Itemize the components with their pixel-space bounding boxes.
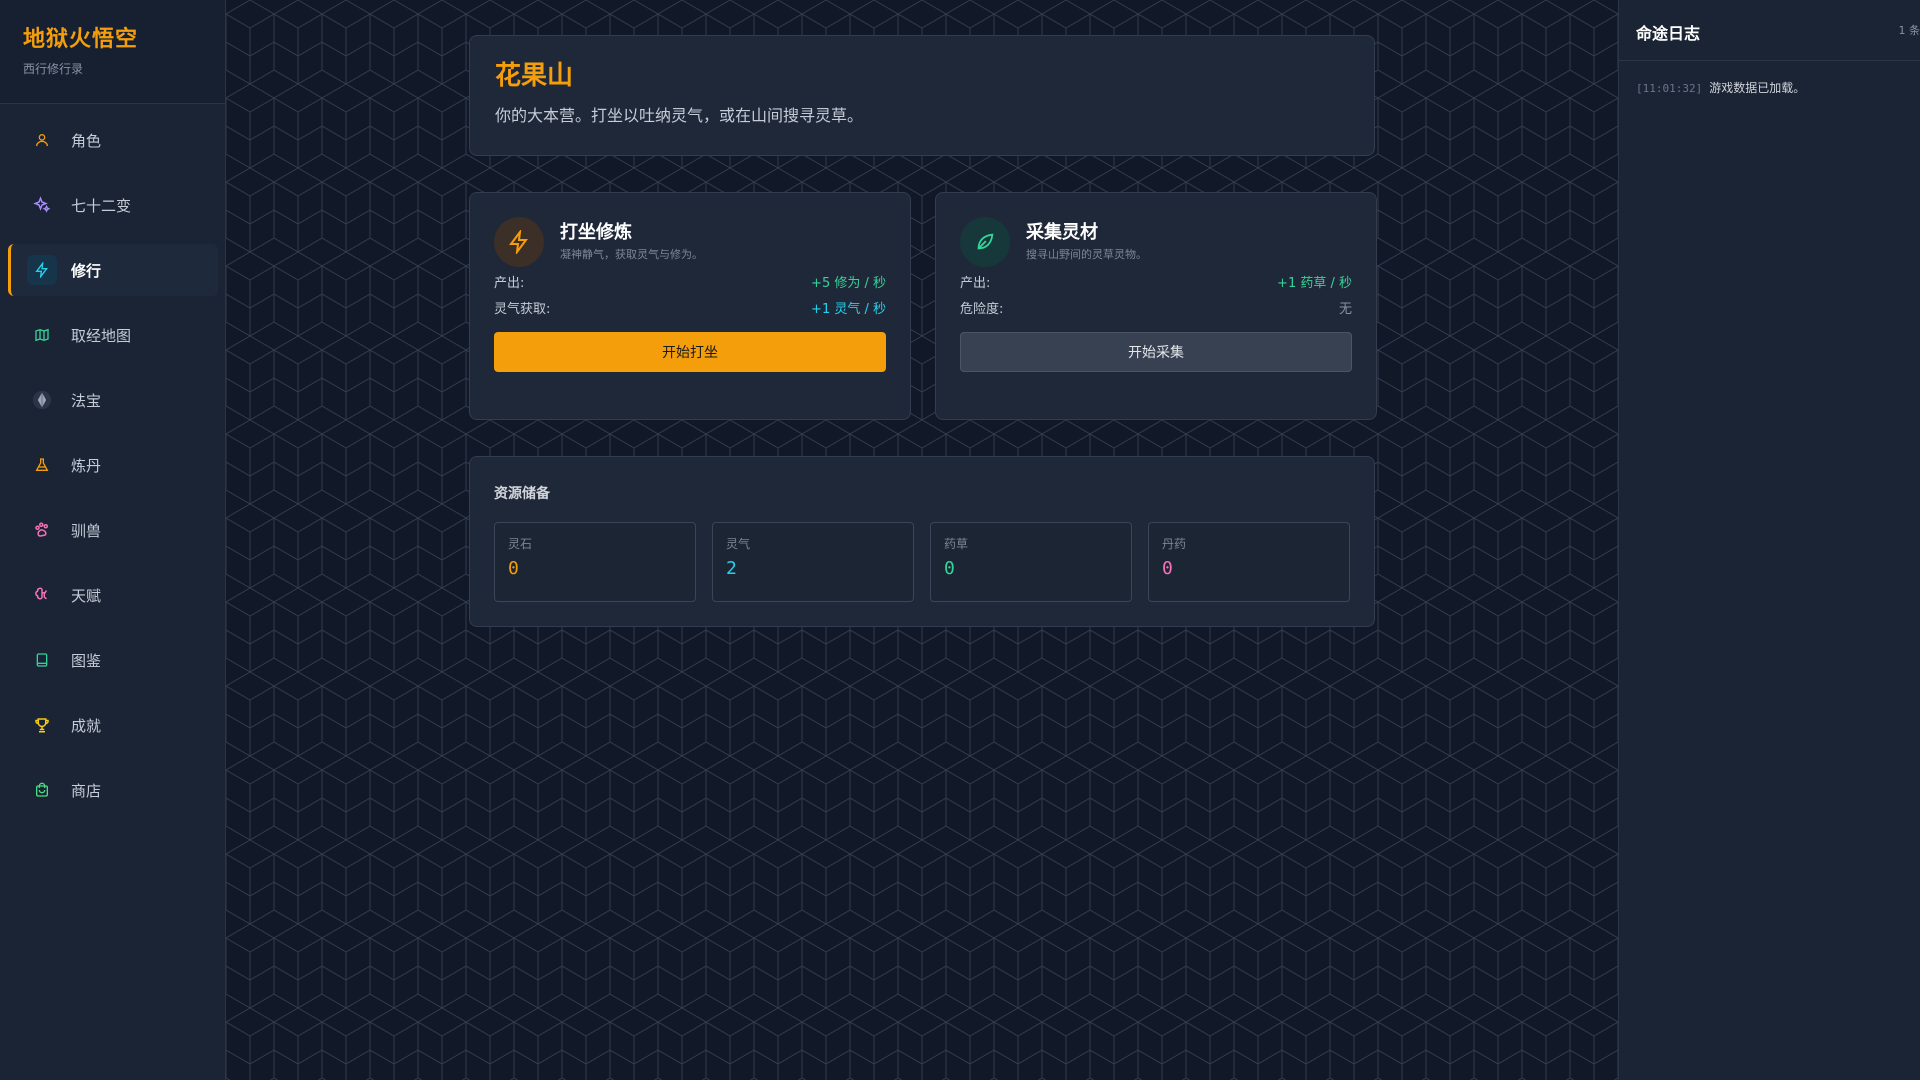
log-entry: [11:01:32] 游戏数据已加载。 xyxy=(1636,79,1903,96)
resource-value: 2 xyxy=(726,558,737,579)
stat-label: 产出: xyxy=(494,276,525,291)
sidebar-item-talent[interactable]: 天赋 xyxy=(8,569,218,621)
user-icon xyxy=(30,128,54,152)
resource-value: 0 xyxy=(508,558,519,579)
resource-spirit-stone: 灵石 0 xyxy=(494,522,696,602)
main-area: 花果山 你的大本营。打坐以吐纳灵气，或在山间搜寻灵草。 打坐修炼 凝神静气，获取… xyxy=(226,0,1618,1080)
gather-description: 搜寻山野间的灵草灵物。 xyxy=(1026,248,1147,261)
stat-value: +1 药草 / 秒 xyxy=(1277,276,1352,291)
gather-output-row: 产出: +1 药草 / 秒 xyxy=(960,275,1352,293)
shopping-bag-icon xyxy=(30,778,54,802)
location-card: 花果山 你的大本营。打坐以吐纳灵气，或在山间搜寻灵草。 xyxy=(469,35,1375,156)
flask-icon xyxy=(30,453,54,477)
sidebar-item-label: 炼丹 xyxy=(71,456,102,475)
gem-icon xyxy=(30,388,54,412)
stat-label: 危险度: xyxy=(960,302,1004,317)
book-icon xyxy=(30,648,54,672)
meditate-card: 打坐修炼 凝神静气，获取灵气与修为。 产出: +5 修为 / 秒 灵气获取: +… xyxy=(469,192,911,420)
resource-value: 0 xyxy=(944,558,955,579)
resource-label: 丹药 xyxy=(1162,537,1187,551)
location-description: 你的大本营。打坐以吐纳灵气，或在山间搜寻灵草。 xyxy=(495,106,864,125)
sidebar-item-cultivation[interactable]: 修行 xyxy=(8,244,218,296)
sidebar-item-shop[interactable]: 商店 xyxy=(8,764,218,816)
resources-card: 资源储备 灵石 0 灵气 2 药草 0 丹药 0 xyxy=(469,456,1375,627)
stat-value: +1 灵气 / 秒 xyxy=(811,302,886,317)
sidebar-item-alchemy[interactable]: 炼丹 xyxy=(8,439,218,491)
lightning-icon xyxy=(494,217,544,267)
sidebar-item-label: 商店 xyxy=(71,781,102,800)
sidebar-item-label: 七十二变 xyxy=(71,196,132,215)
trophy-icon xyxy=(30,713,54,737)
resource-label: 灵气 xyxy=(726,537,751,551)
sidebar-item-label: 驯兽 xyxy=(71,521,102,540)
sidebar-nav: 角色 七十二变 修行 取经地图 法宝 炼丹 驯兽 天赋 图鉴 成就 商店 xyxy=(0,104,225,816)
stat-label: 产出: xyxy=(960,276,991,291)
log-count: 1 条 xyxy=(1898,24,1920,37)
gather-danger-row: 危险度: 无 xyxy=(960,301,1352,319)
log-panel: 命途日志 1 条 [11:01:32] 游戏数据已加载。 xyxy=(1618,0,1920,1080)
stat-label: 灵气获取: xyxy=(494,302,551,317)
meditate-description: 凝神静气，获取灵气与修为。 xyxy=(560,248,703,261)
resource-label: 灵石 xyxy=(508,537,533,551)
sidebar-item-label: 修行 xyxy=(71,261,102,280)
sidebar-item-map[interactable]: 取经地图 xyxy=(8,309,218,361)
log-header: 命途日志 1 条 xyxy=(1619,0,1920,61)
log-title: 命途日志 xyxy=(1636,24,1701,43)
brain-icon xyxy=(30,583,54,607)
brand: 地狱火悟空 西行修行录 xyxy=(0,0,225,104)
resources-title: 资源储备 xyxy=(494,486,550,502)
gather-title: 采集灵材 xyxy=(1026,222,1098,243)
sidebar-item-character[interactable]: 角色 xyxy=(8,114,218,166)
sidebar-item-label: 天赋 xyxy=(71,586,102,605)
leaf-icon xyxy=(960,217,1010,267)
sidebar-item-achievements[interactable]: 成就 xyxy=(8,699,218,751)
resource-herbs: 药草 0 xyxy=(930,522,1132,602)
lightning-icon xyxy=(27,255,57,285)
start-meditate-button[interactable]: 开始打坐 xyxy=(494,332,886,372)
meditate-output-row: 产出: +5 修为 / 秒 xyxy=(494,275,886,293)
start-gather-button[interactable]: 开始采集 xyxy=(960,332,1352,372)
location-title: 花果山 xyxy=(495,61,574,91)
resource-qi: 灵气 2 xyxy=(712,522,914,602)
resource-label: 药草 xyxy=(944,537,969,551)
log-text: 游戏数据已加载。 xyxy=(1709,81,1806,95)
resource-pills: 丹药 0 xyxy=(1148,522,1350,602)
map-icon xyxy=(30,323,54,347)
sidebar-item-label: 图鉴 xyxy=(71,651,102,670)
log-timestamp: [11:01:32] xyxy=(1636,82,1703,95)
sidebar-item-label: 角色 xyxy=(71,131,102,150)
meditate-title: 打坐修炼 xyxy=(560,222,632,243)
brand-subtitle: 西行修行录 xyxy=(23,62,84,76)
meditate-qi-row: 灵气获取: +1 灵气 / 秒 xyxy=(494,301,886,319)
sidebar-item-transformations[interactable]: 七十二变 xyxy=(8,179,218,231)
sparkles-icon xyxy=(30,193,54,217)
paw-icon xyxy=(30,518,54,542)
stat-value: +5 修为 / 秒 xyxy=(811,276,886,291)
sidebar-item-label: 法宝 xyxy=(71,391,102,410)
sidebar-item-beast-taming[interactable]: 驯兽 xyxy=(8,504,218,556)
resource-value: 0 xyxy=(1162,558,1173,579)
brand-title: 地狱火悟空 xyxy=(23,27,139,52)
gather-card: 采集灵材 搜寻山野间的灵草灵物。 产出: +1 药草 / 秒 危险度: 无 开始… xyxy=(935,192,1377,420)
sidebar-item-label: 取经地图 xyxy=(71,326,132,345)
sidebar-item-treasure[interactable]: 法宝 xyxy=(8,374,218,426)
stat-value: 无 xyxy=(1338,302,1352,317)
sidebar-item-codex[interactable]: 图鉴 xyxy=(8,634,218,686)
log-list[interactable]: [11:01:32] 游戏数据已加载。 xyxy=(1619,61,1920,114)
sidebar-item-label: 成就 xyxy=(71,716,102,735)
sidebar: 地狱火悟空 西行修行录 角色 七十二变 修行 取经地图 法宝 炼丹 驯兽 天赋 … xyxy=(0,0,226,1080)
